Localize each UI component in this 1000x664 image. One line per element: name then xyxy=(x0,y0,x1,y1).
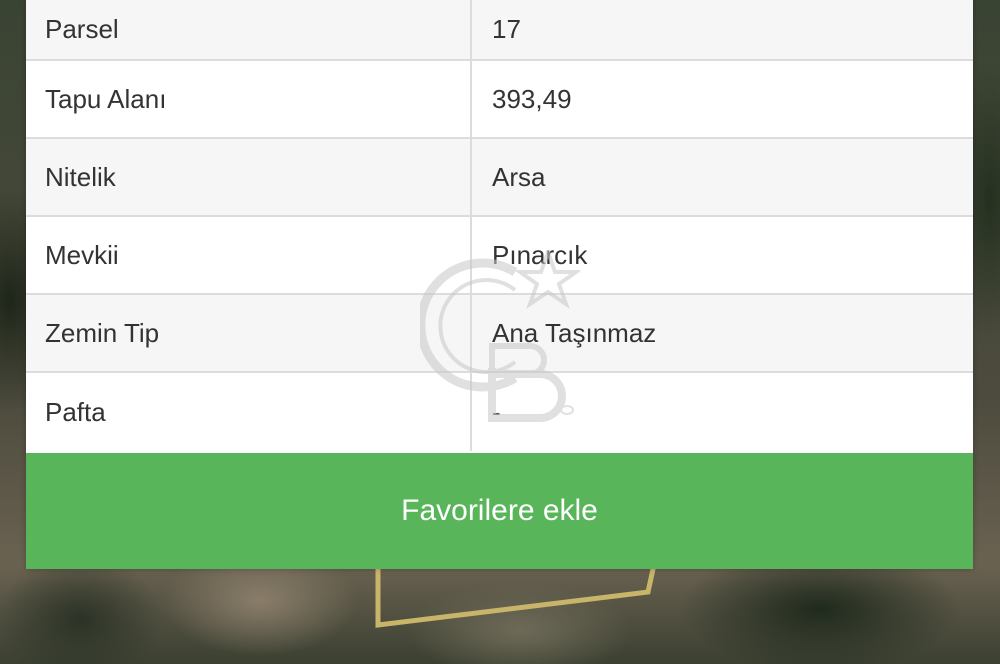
row-label: Parsel xyxy=(26,0,472,59)
table-row: Parsel 17 xyxy=(26,0,973,61)
row-value: Arsa xyxy=(492,161,546,192)
table-row: Nitelik Arsa xyxy=(26,139,973,217)
row-value: - xyxy=(492,396,501,427)
row-value: 393,49 xyxy=(492,83,572,114)
table-row: Mevkii Pınarcık xyxy=(26,217,973,295)
row-label: Mevkii xyxy=(26,217,472,293)
row-value: 17 xyxy=(492,14,521,44)
parcel-info-card: Parsel 17 Tapu Alanı 393,49 Nitelik Arsa… xyxy=(26,0,973,569)
row-label: Tapu Alanı xyxy=(26,61,472,137)
add-to-favorites-button[interactable]: Favorilere ekle xyxy=(26,453,973,569)
row-label: Zemin Tip xyxy=(26,295,472,371)
table-row: Pafta - xyxy=(26,373,973,451)
row-value: Ana Taşınmaz xyxy=(492,317,657,348)
row-value: Pınarcık xyxy=(492,239,588,270)
table-row: Tapu Alanı 393,49 xyxy=(26,61,973,139)
table-row: Zemin Tip Ana Taşınmaz xyxy=(26,295,973,373)
parcel-info-table: Parsel 17 Tapu Alanı 393,49 Nitelik Arsa… xyxy=(26,0,973,451)
row-label: Pafta xyxy=(26,373,472,451)
row-label: Nitelik xyxy=(26,139,472,215)
